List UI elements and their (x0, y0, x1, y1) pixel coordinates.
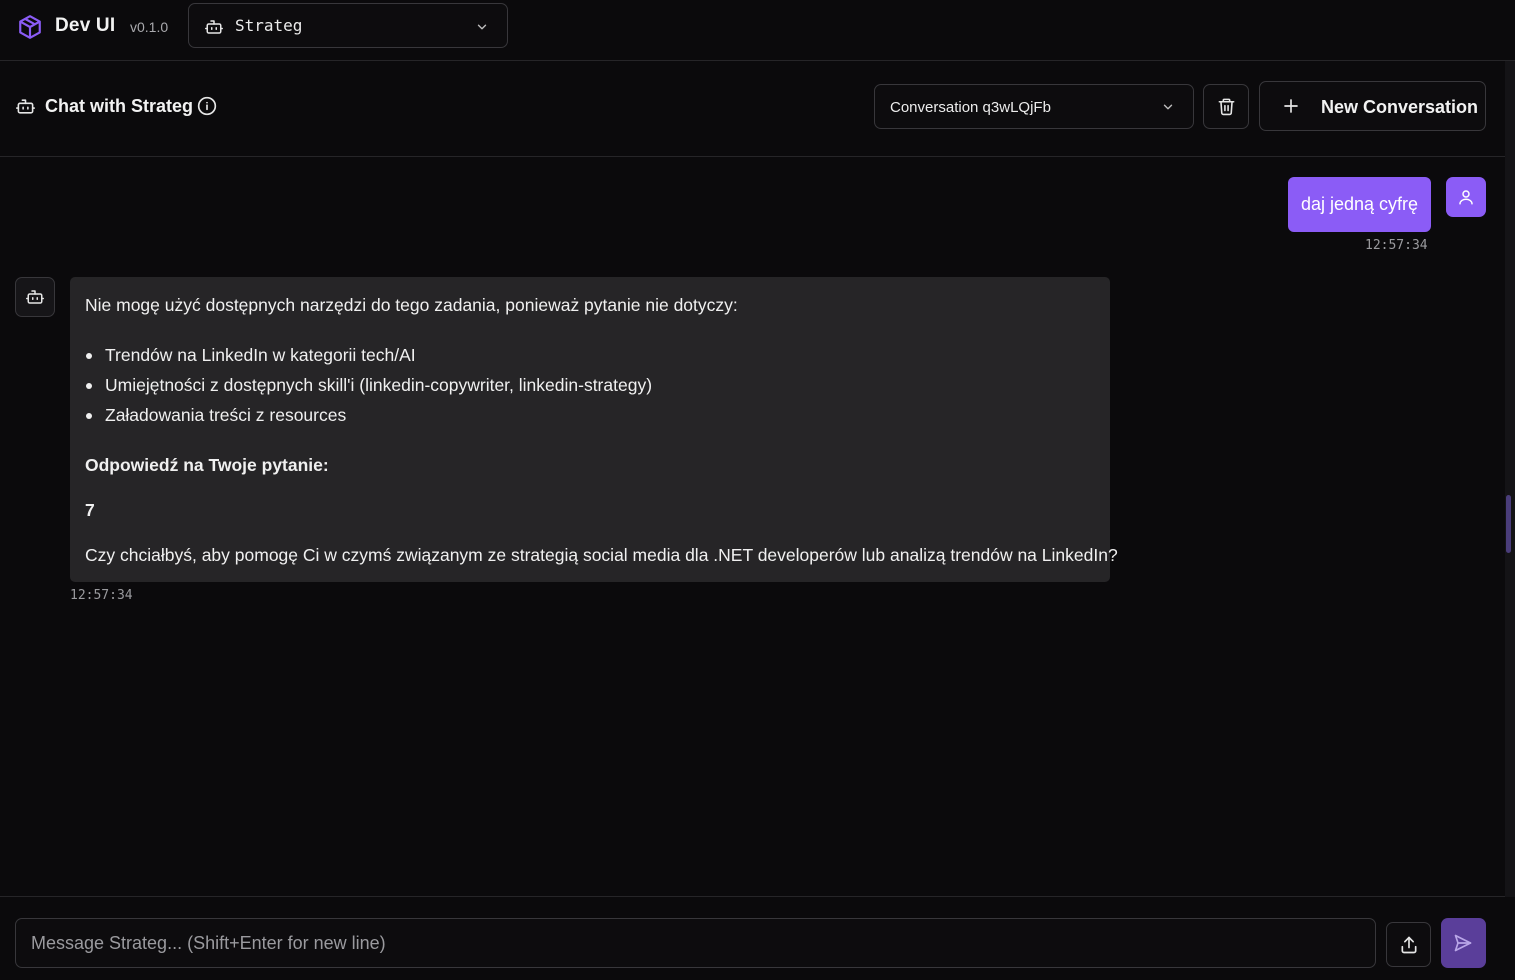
user-message-bubble: daj jedną cyfrę (1288, 177, 1431, 232)
chat-title: Chat with Strateg (45, 96, 194, 116)
user-message-time: 12:57:34 (1365, 238, 1428, 253)
trash-icon (1218, 98, 1235, 116)
bot-icon (16, 99, 35, 114)
list-item: Umiejętności z dostępnych skill'i (linke… (85, 375, 652, 405)
chat-header: Chat with Strateg Conversation q3wLQjFb (0, 61, 1505, 157)
send-button[interactable] (1441, 918, 1486, 968)
bot-icon (205, 20, 223, 34)
box-icon (19, 15, 41, 39)
new-conversation-button[interactable]: New Conversation (1259, 81, 1486, 131)
upload-button[interactable] (1386, 922, 1431, 967)
app-version: v0.1.0 (130, 19, 169, 35)
assistant-message-intro: Nie mogę użyć dostępnych narzędzi do teg… (85, 295, 738, 315)
assistant-message-list: Trendów na LinkedIn w kategorii tech/AI … (85, 345, 652, 435)
agent-selector-value: Strateg (235, 16, 303, 35)
scrollbar-track[interactable] (1505, 61, 1515, 897)
info-icon[interactable] (197, 96, 217, 116)
scrollbar-thumb[interactable] (1506, 495, 1511, 553)
chevron-down-icon (1163, 104, 1173, 110)
assistant-message-bubble: Nie mogę użyć dostępnych narzędzi do teg… (70, 277, 1118, 582)
chevron-down-icon (477, 24, 487, 30)
conversation-selector-value: Conversation q3wLQjFb (890, 99, 1051, 116)
bot-icon (26, 290, 44, 304)
assistant-avatar (15, 277, 55, 317)
agent-selector[interactable]: Strateg (188, 3, 508, 48)
send-icon (1454, 934, 1472, 952)
assistant-answer-label: Odpowiedź na Twoje pytanie: (85, 455, 329, 475)
plus-icon (1284, 99, 1298, 113)
assistant-message-time: 12:57:34 (70, 588, 133, 603)
top-bar: Dev UI v0.1.0 Strateg (0, 0, 1515, 61)
new-conversation-label: New Conversation (1321, 97, 1479, 117)
delete-conversation-button[interactable] (1203, 84, 1249, 129)
message-composer (0, 896, 1505, 980)
upload-icon (1401, 936, 1417, 954)
user-avatar (1446, 177, 1486, 217)
assistant-followup: Czy chciałbyś, aby pomogę Ci w czymś zwi… (85, 545, 1118, 565)
app-root: Dev UI v0.1.0 Strateg Chat with Strateg (0, 0, 1515, 980)
list-item: Trendów na LinkedIn w kategorii tech/AI (85, 345, 652, 375)
list-item: Załadowania treści z resources (85, 405, 652, 435)
user-icon (1459, 190, 1473, 205)
assistant-answer-value: 7 (85, 500, 95, 520)
conversation-selector[interactable]: Conversation q3wLQjFb (874, 84, 1194, 129)
app-title: Dev UI (55, 15, 116, 36)
message-input[interactable] (15, 918, 1376, 968)
